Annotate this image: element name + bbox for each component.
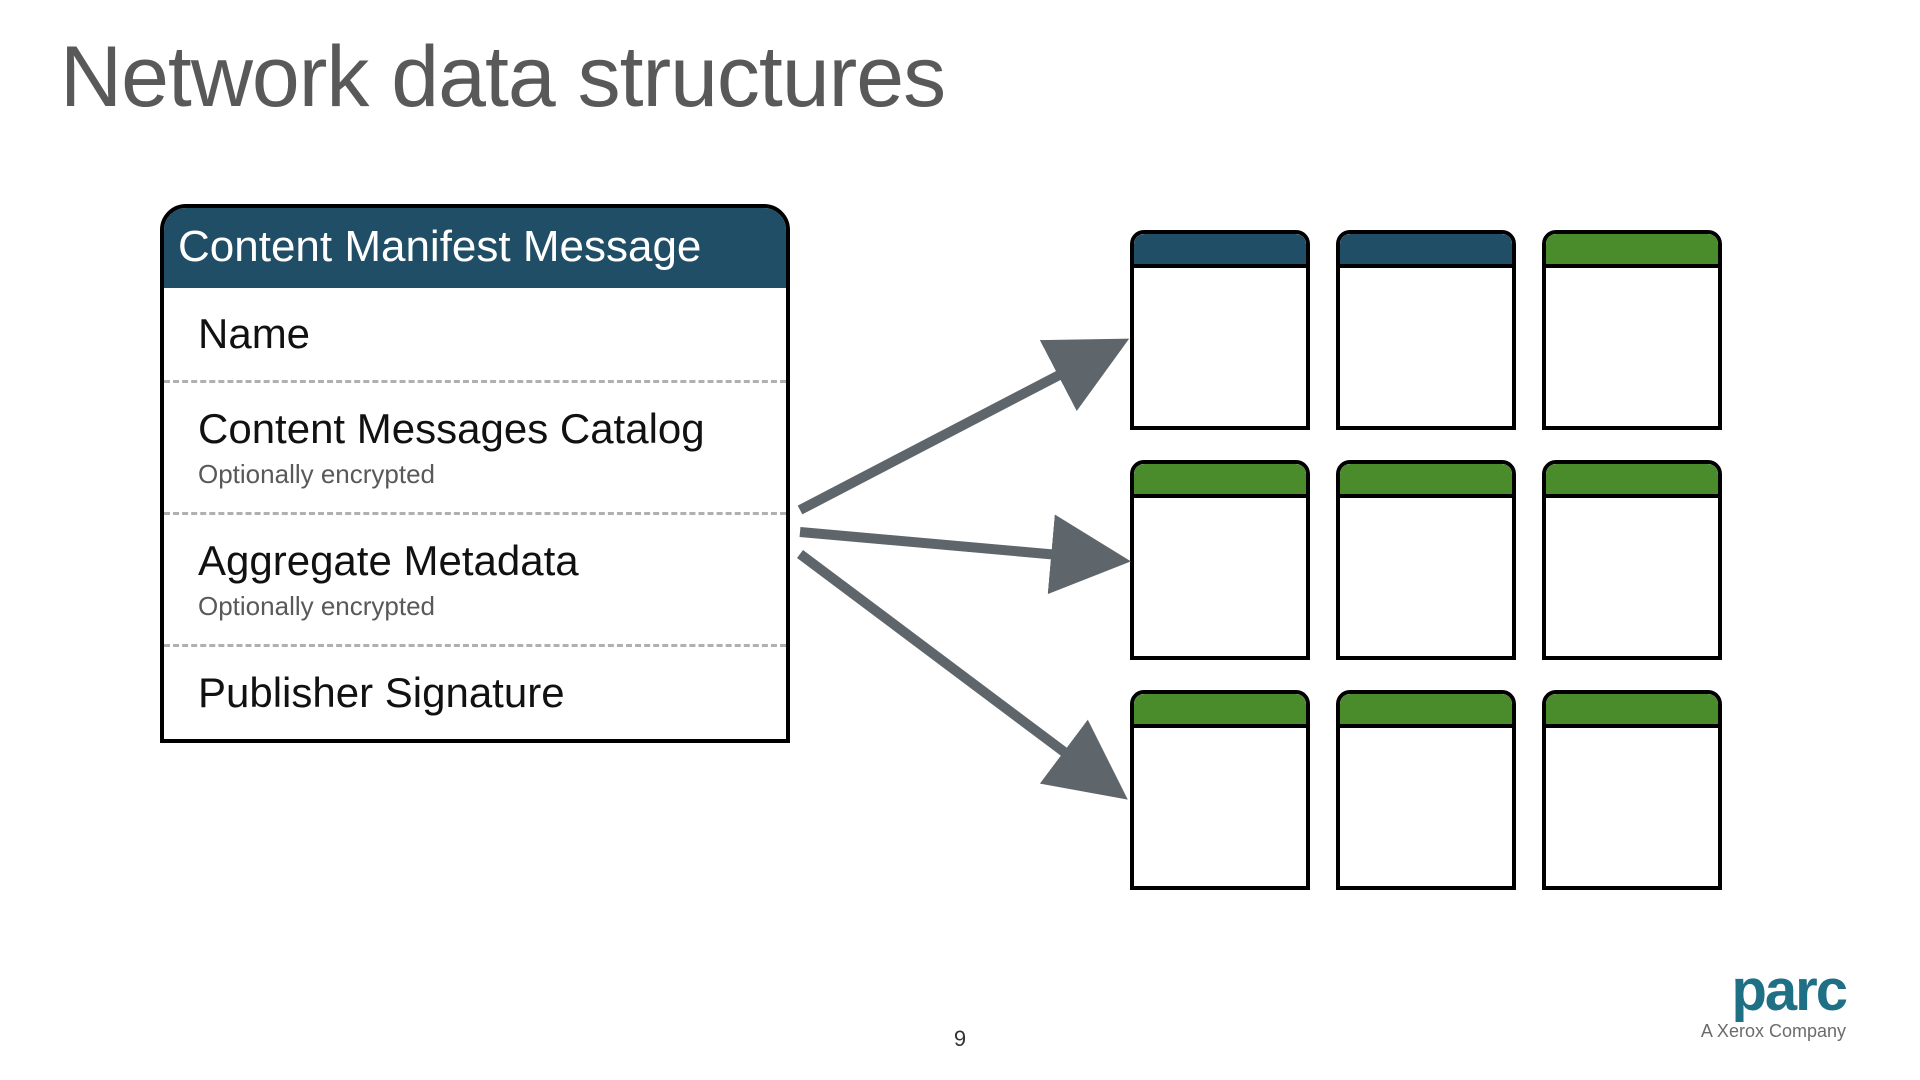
- logo-text: parc: [1701, 965, 1846, 1017]
- content-chunk: [1130, 230, 1310, 430]
- manifest-box: Content Manifest Message Name Content Me…: [160, 204, 790, 743]
- slide-title: Network data structures: [60, 28, 945, 127]
- content-chunk: [1336, 460, 1516, 660]
- content-chunk: [1130, 690, 1310, 890]
- section-title: Publisher Signature: [198, 669, 758, 717]
- chunk-header: [1340, 694, 1512, 728]
- arrows: [800, 346, 1115, 790]
- manifest-header: Content Manifest Message: [164, 208, 786, 288]
- chunk-header: [1134, 694, 1306, 728]
- chunk-header: [1134, 464, 1306, 498]
- chunk-header: [1546, 694, 1718, 728]
- content-chunk: [1336, 230, 1516, 430]
- logo-tagline: A Xerox Company: [1701, 1021, 1846, 1042]
- manifest-section-catalog: Content Messages Catalog Optionally encr…: [164, 380, 786, 512]
- arrow: [800, 532, 1115, 560]
- manifest-section-signature: Publisher Signature: [164, 644, 786, 739]
- content-chunk: [1542, 460, 1722, 660]
- section-title: Name: [198, 310, 758, 358]
- content-chunk: [1336, 690, 1516, 890]
- content-chunk: [1130, 460, 1310, 660]
- section-title: Aggregate Metadata: [198, 537, 758, 585]
- chunk-header: [1340, 464, 1512, 498]
- section-title: Content Messages Catalog: [198, 405, 758, 453]
- content-chunk: [1542, 690, 1722, 890]
- chunk-header: [1134, 234, 1306, 268]
- page-number: 9: [954, 1026, 966, 1052]
- slide: { "title": "Network data structures", "m…: [0, 0, 1920, 1080]
- content-chunk: [1542, 230, 1722, 430]
- parc-logo: parc A Xerox Company: [1701, 965, 1846, 1042]
- section-subtitle: Optionally encrypted: [198, 591, 758, 622]
- chunk-header: [1546, 234, 1718, 268]
- section-subtitle: Optionally encrypted: [198, 459, 758, 490]
- manifest-section-name: Name: [164, 288, 786, 380]
- chunk-header: [1546, 464, 1718, 498]
- manifest-section-metadata: Aggregate Metadata Optionally encrypted: [164, 512, 786, 644]
- chunk-header: [1340, 234, 1512, 268]
- arrow: [800, 346, 1115, 510]
- content-chunk-grid: [1130, 230, 1722, 890]
- arrow: [800, 554, 1115, 790]
